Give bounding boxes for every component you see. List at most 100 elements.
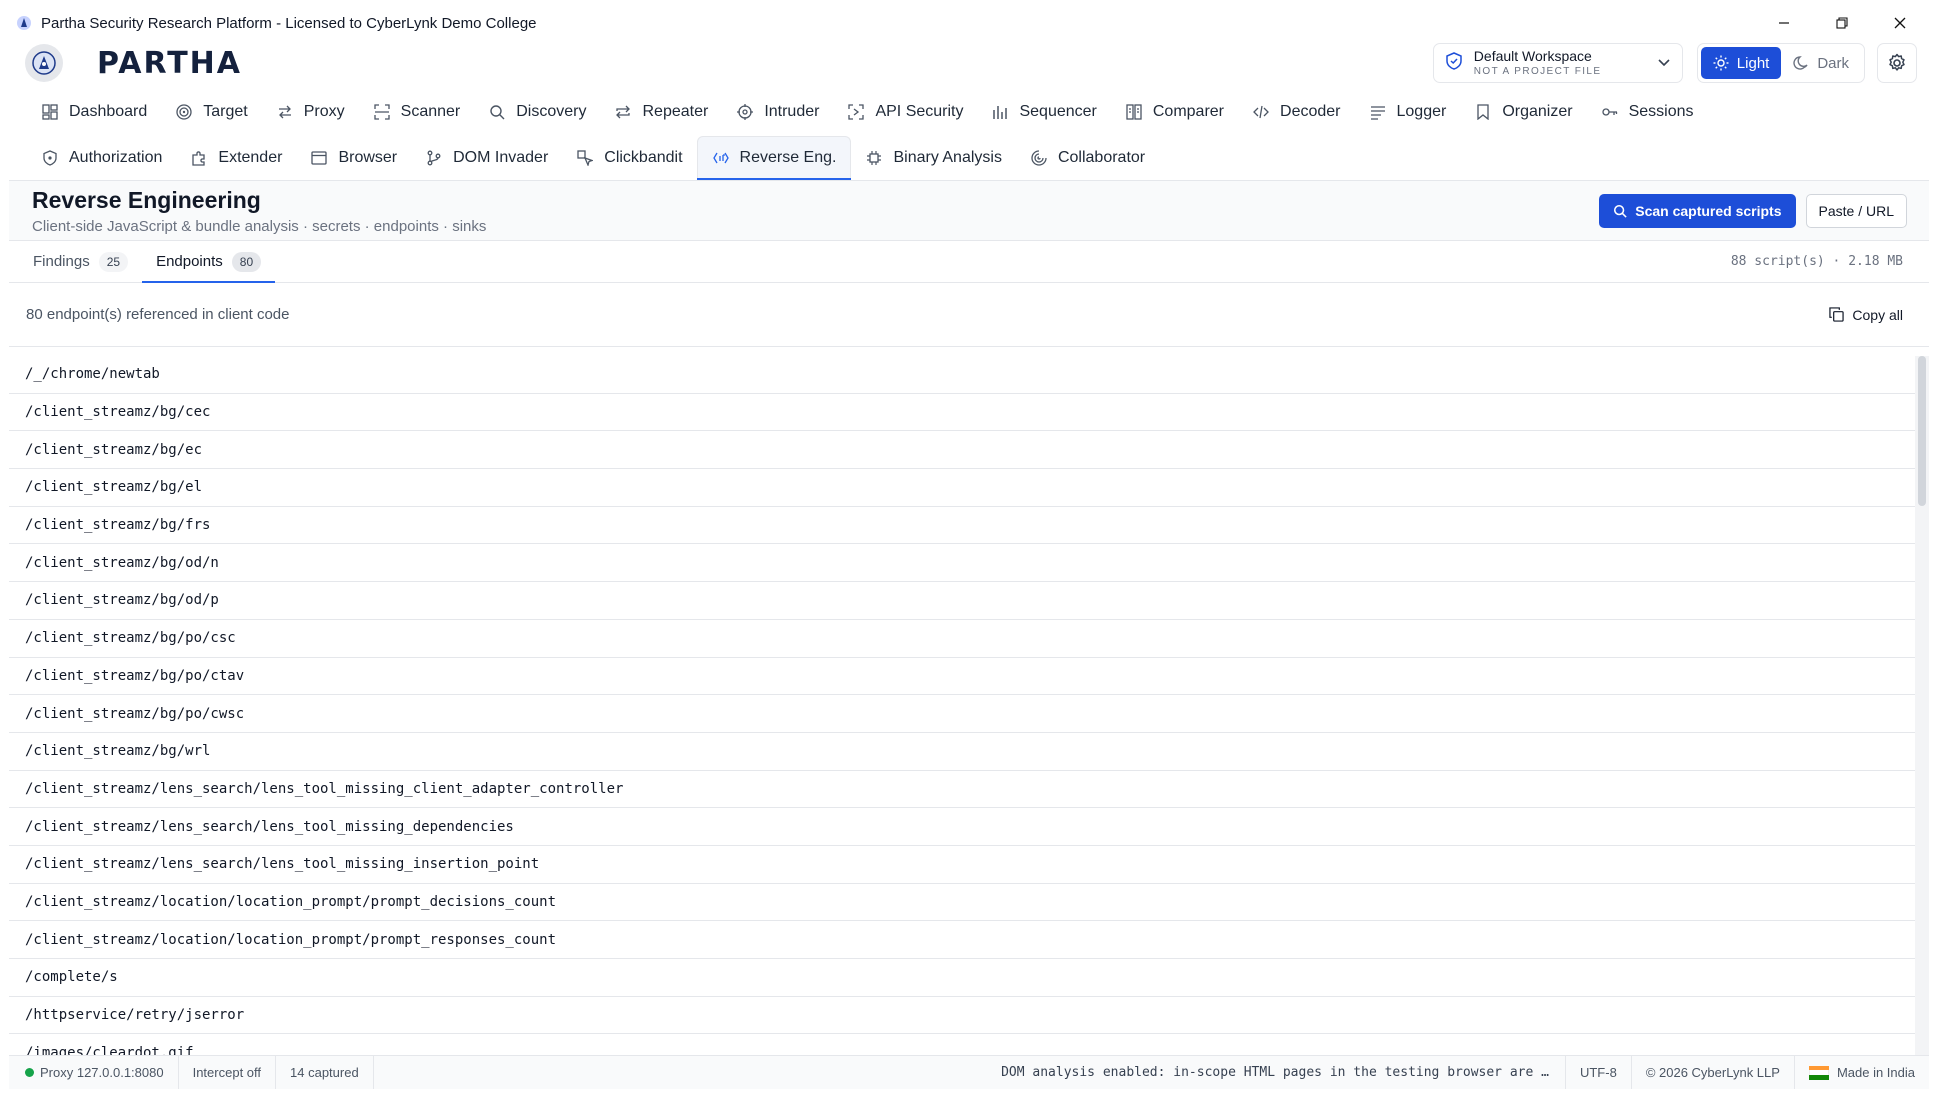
nav-label: Browser — [338, 148, 398, 166]
close-button[interactable] — [1871, 9, 1929, 37]
api-icon — [847, 103, 865, 121]
list-item[interactable]: /client_streamz/bg/po/ctav — [9, 658, 1915, 696]
list-item[interactable]: /client_streamz/bg/od/p — [9, 582, 1915, 620]
chevron-down-icon — [1658, 54, 1670, 72]
list-item[interactable]: /client_streamz/bg/frs — [9, 507, 1915, 545]
nav-collaborator[interactable]: Collaborator — [1016, 136, 1159, 180]
nav-logger[interactable]: Logger — [1355, 90, 1461, 134]
tab-findings[interactable]: Findings 25 — [19, 241, 142, 282]
nav-label: Decoder — [1280, 103, 1341, 120]
restore-button[interactable] — [1813, 9, 1871, 37]
list-item[interactable]: /client_streamz/bg/po/csc — [9, 620, 1915, 658]
proxy-status[interactable]: Proxy 127.0.0.1:8080 — [9, 1056, 179, 1089]
nav-target[interactable]: Target — [161, 90, 261, 134]
nav-reverse-eng[interactable]: Reverse Eng. — [696, 135, 852, 180]
page-header: Reverse Engineering Client-side JavaScri… — [9, 180, 1929, 241]
india-flag-icon — [1808, 1065, 1829, 1080]
scrollbar-thumb[interactable] — [1918, 356, 1926, 506]
theme-light-label: Light — [1736, 54, 1770, 72]
list-item[interactable]: /images/cleardot.gif — [9, 1034, 1915, 1055]
nav-label: Target — [203, 103, 248, 120]
workspace-selector[interactable]: Default Workspace NOT A PROJECT FILE — [1432, 43, 1683, 83]
nav-label: Discovery — [516, 103, 587, 120]
list-item[interactable]: /httpservice/retry/jserror — [9, 997, 1915, 1035]
nav-label: Sessions — [1628, 103, 1694, 120]
nav-decoder[interactable]: Decoder — [1238, 90, 1354, 134]
scan-icon — [373, 103, 391, 121]
list-item[interactable]: /client_streamz/lens_search/lens_tool_mi… — [9, 808, 1915, 846]
list-item[interactable]: /client_streamz/lens_search/lens_tool_mi… — [9, 771, 1915, 809]
nav-dashboard[interactable]: Dashboard — [27, 90, 161, 134]
logo-icon[interactable] — [25, 44, 63, 82]
count-badge: 80 — [231, 251, 262, 272]
nav-comparer[interactable]: Comparer — [1111, 90, 1238, 134]
nav-clickbandit[interactable]: Clickbandit — [562, 136, 696, 180]
nav-label: Clickbandit — [604, 148, 683, 166]
tab-endpoints[interactable]: Endpoints 80 — [142, 241, 276, 283]
list-item[interactable]: /client_streamz/location/location_prompt… — [9, 884, 1915, 922]
nav-authorization[interactable]: Authorization — [27, 136, 176, 180]
list-item[interactable]: /client_streamz/lens_search/lens_tool_mi… — [9, 846, 1915, 884]
endpoints-list-header: 80 endpoint(s) referenced in client code… — [9, 283, 1929, 347]
nav-discovery[interactable]: Discovery — [474, 90, 600, 134]
nav-sequencer[interactable]: Sequencer — [977, 90, 1110, 134]
nav-repeater[interactable]: Repeater — [600, 90, 722, 134]
minimize-button[interactable] — [1755, 9, 1813, 37]
shield-icon — [41, 149, 59, 167]
list-item[interactable]: /client_streamz/bg/po/cwsc — [9, 695, 1915, 733]
nav-label: Intruder — [764, 103, 820, 120]
nav-browser[interactable]: Browser — [296, 136, 411, 180]
list-item[interactable]: /complete/s — [9, 959, 1915, 997]
copy-all-button[interactable]: Copy all — [1829, 307, 1903, 323]
nav-intruder[interactable]: Intruder — [722, 90, 833, 134]
main-nav-row-2: Authorization Extender Browser DOM Invad… — [9, 135, 1929, 180]
restore-icon — [1836, 17, 1848, 29]
intercept-status[interactable]: Intercept off — [179, 1056, 277, 1089]
nav-organizer[interactable]: Organizer — [1460, 90, 1586, 134]
nav-label: API Security — [875, 103, 964, 120]
theme-light-button[interactable]: Light — [1700, 47, 1782, 79]
list-item[interactable]: /client_streamz/bg/cec — [9, 394, 1915, 432]
copy-all-label: Copy all — [1852, 306, 1903, 323]
search-icon — [488, 103, 506, 121]
scan-captured-scripts-button[interactable]: Scan captured scripts — [1599, 193, 1796, 228]
nav-extender[interactable]: Extender — [176, 136, 296, 180]
settings-button[interactable] — [1877, 43, 1917, 83]
proxy-address: Proxy 127.0.0.1:8080 — [40, 1065, 164, 1080]
theme-dark-button[interactable]: Dark — [1781, 47, 1861, 79]
nav-scanner[interactable]: Scanner — [359, 90, 475, 134]
endpoints-list: /_/chrome/newtab /client_streamz/bg/cec … — [9, 356, 1915, 1055]
list-item[interactable]: /client_streamz/bg/od/n — [9, 544, 1915, 583]
cpu-icon — [865, 149, 883, 167]
list-item[interactable]: /client_streamz/location/location_prompt… — [9, 921, 1915, 959]
crosshair-icon — [736, 103, 754, 121]
columns-icon — [1125, 103, 1143, 121]
captured-label: 14 captured — [290, 1065, 359, 1080]
arrows-icon — [276, 103, 294, 121]
made-in-label: Made in India — [1836, 1065, 1915, 1080]
status-dot-icon — [25, 1068, 34, 1077]
nav-label: Organizer — [1502, 103, 1573, 120]
content-tabs: Findings 25 Endpoints 80 88 script(s) · … — [9, 241, 1929, 283]
nav-dom-invader[interactable]: DOM Invader — [411, 136, 562, 180]
tab-label: Endpoints — [156, 253, 223, 270]
list-item[interactable]: /client_streamz/bg/wrl — [9, 733, 1915, 771]
nav-binary-analysis[interactable]: Binary Analysis — [851, 136, 1016, 180]
app-icon — [15, 14, 33, 32]
nav-sessions[interactable]: Sessions — [1587, 90, 1708, 134]
bookmark-icon — [1474, 103, 1492, 121]
nav-api-security[interactable]: API Security — [833, 90, 977, 134]
list-item[interactable]: /_/chrome/newtab — [9, 356, 1915, 394]
made-in-india: Made in India — [1795, 1056, 1929, 1089]
endpoints-summary: 80 endpoint(s) referenced in client code — [26, 306, 290, 323]
list-item[interactable]: /client_streamz/bg/el — [9, 469, 1915, 507]
copy-icon — [1829, 307, 1845, 322]
main-nav-row-1: Dashboard Target Proxy Scanner Discovery… — [9, 89, 1929, 135]
list-scrollbar[interactable] — [1915, 356, 1929, 1055]
app-header: PARTHA Default Workspace NOT A PROJECT F… — [9, 37, 1929, 89]
file-code-icon — [712, 149, 730, 167]
target-icon — [175, 103, 193, 121]
nav-proxy[interactable]: Proxy — [262, 90, 359, 134]
paste-url-button[interactable]: Paste / URL — [1805, 193, 1907, 228]
list-item[interactable]: /client_streamz/bg/ec — [9, 431, 1915, 470]
